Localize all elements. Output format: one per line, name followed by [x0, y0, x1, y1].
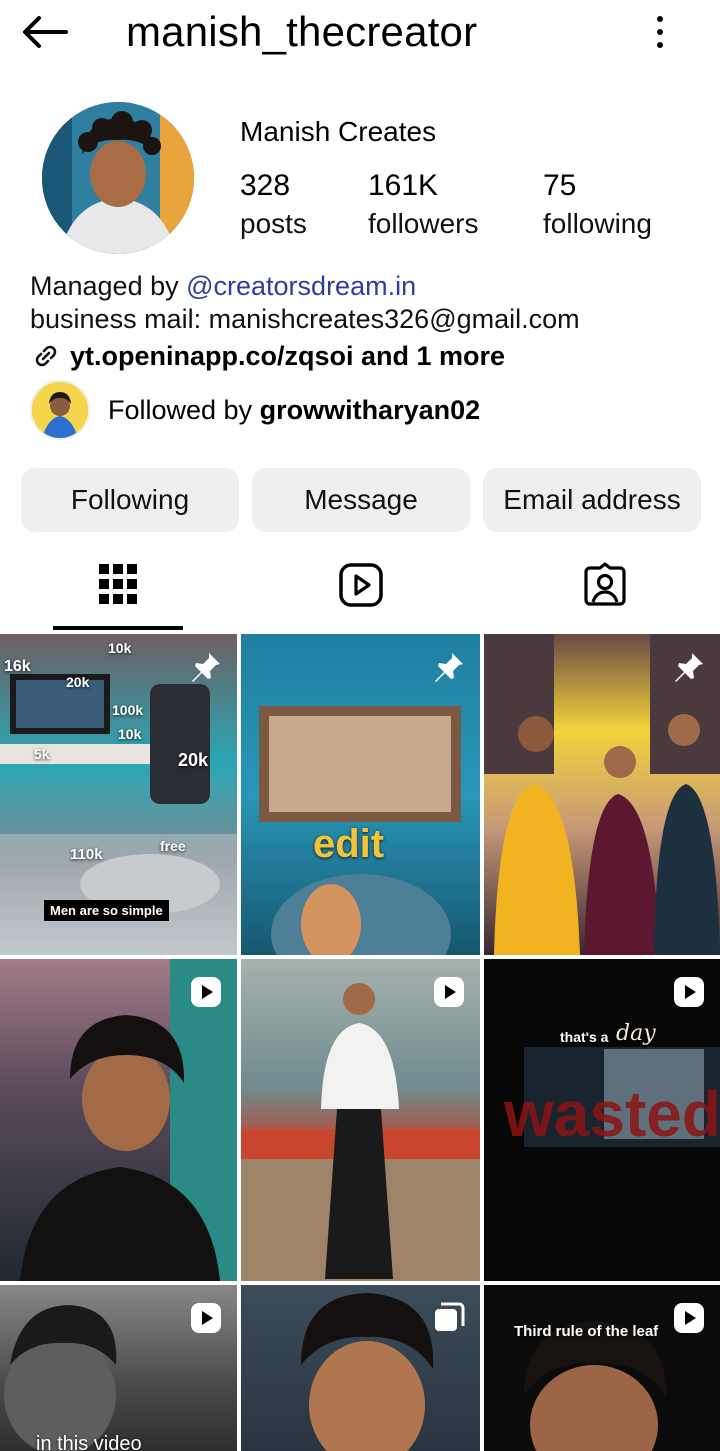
reel-play-icon [191, 977, 221, 1007]
link-icon [35, 345, 57, 367]
post-5[interactable] [241, 959, 480, 1281]
post-caption: wasted [504, 1078, 720, 1150]
post-caption: Third rule of the leaf [514, 1323, 659, 1340]
profile-username: manish_thecreator [126, 8, 478, 55]
overlay-label: 20k [178, 750, 209, 770]
post-caption: in this video [36, 1433, 142, 1451]
overlay-label: 110k [70, 846, 103, 863]
overlay-label: 20k [66, 674, 90, 690]
display-name: Manish Creates [240, 116, 437, 147]
pin-icon [675, 653, 703, 682]
bio-link[interactable]: yt.openinapp.co/zqsoi and 1 more [30, 340, 505, 372]
tab-reels[interactable] [311, 550, 411, 620]
pin-icon [192, 653, 220, 682]
bio-managed-prefix: Managed by [30, 271, 187, 301]
carousel-icon [435, 1302, 465, 1331]
reel-play-icon [434, 977, 464, 1007]
overlay-label: 100k [112, 702, 144, 718]
follower-avatar [30, 380, 90, 440]
bio-business-mail: business mail: manishcreates326@gmail.co… [30, 304, 580, 334]
message-button[interactable]: Message [252, 468, 470, 532]
overlay-label: 10k [118, 726, 142, 742]
tab-posts-grid[interactable] [68, 550, 168, 620]
following-stat[interactable]: 75 following [543, 168, 703, 244]
post-7[interactable]: in this video [0, 1285, 237, 1451]
following-label: following [543, 208, 652, 239]
post-9[interactable]: Third rule of the leaf [484, 1285, 720, 1451]
post-4[interactable] [0, 959, 237, 1281]
followers-count: 161K [368, 169, 439, 202]
more-options-icon[interactable] [640, 12, 680, 52]
followed-by-prefix: Followed by [108, 394, 260, 425]
overlay-label: free [160, 838, 186, 854]
tagged-icon [584, 562, 626, 606]
followed-by-row[interactable]: Followed by growwitharyan02 [30, 380, 480, 440]
back-button[interactable] [18, 12, 70, 52]
bio-link-text: yt.openinapp.co/zqsoi and 1 more [70, 340, 506, 371]
post-caption: day [616, 1021, 656, 1046]
following-button[interactable]: Following [21, 468, 239, 532]
email-button[interactable]: Email address [483, 468, 701, 532]
post-1[interactable]: 16k 10k 20k 100k 10k 5k 20k 110k free Me… [0, 634, 237, 955]
bio-managed-line: Managed by @creatorsdream.in [30, 270, 416, 302]
tab-tagged[interactable] [555, 550, 655, 620]
post-3[interactable] [484, 634, 720, 955]
back-arrow-icon [23, 16, 68, 48]
post-caption: that's a [560, 1029, 609, 1045]
pin-icon [435, 653, 463, 682]
post-8[interactable] [241, 1285, 480, 1451]
post-caption: edit [313, 822, 385, 866]
followers-stat[interactable]: 161K followers [368, 168, 528, 244]
followed-by-user: growwitharyan02 [259, 394, 481, 425]
post-6[interactable]: that's a day wasted [484, 959, 720, 1281]
reels-icon [339, 563, 383, 607]
followers-label: followers [368, 208, 479, 239]
post-2[interactable]: edit [241, 634, 480, 955]
post-caption: Men are so simple [44, 900, 169, 921]
grid-icon [99, 564, 137, 604]
active-tab-indicator [53, 626, 183, 630]
profile-avatar[interactable] [42, 102, 194, 254]
overlay-label: 10k [108, 640, 132, 656]
reel-play-icon [674, 977, 704, 1007]
reel-play-icon [191, 1303, 221, 1333]
managed-by-mention[interactable]: @creatorsdream.in [186, 271, 416, 301]
following-count: 75 [543, 169, 577, 202]
overlay-label: 16k [4, 658, 31, 675]
overlay-label: 5k [34, 746, 50, 762]
reel-play-icon [674, 1303, 704, 1333]
